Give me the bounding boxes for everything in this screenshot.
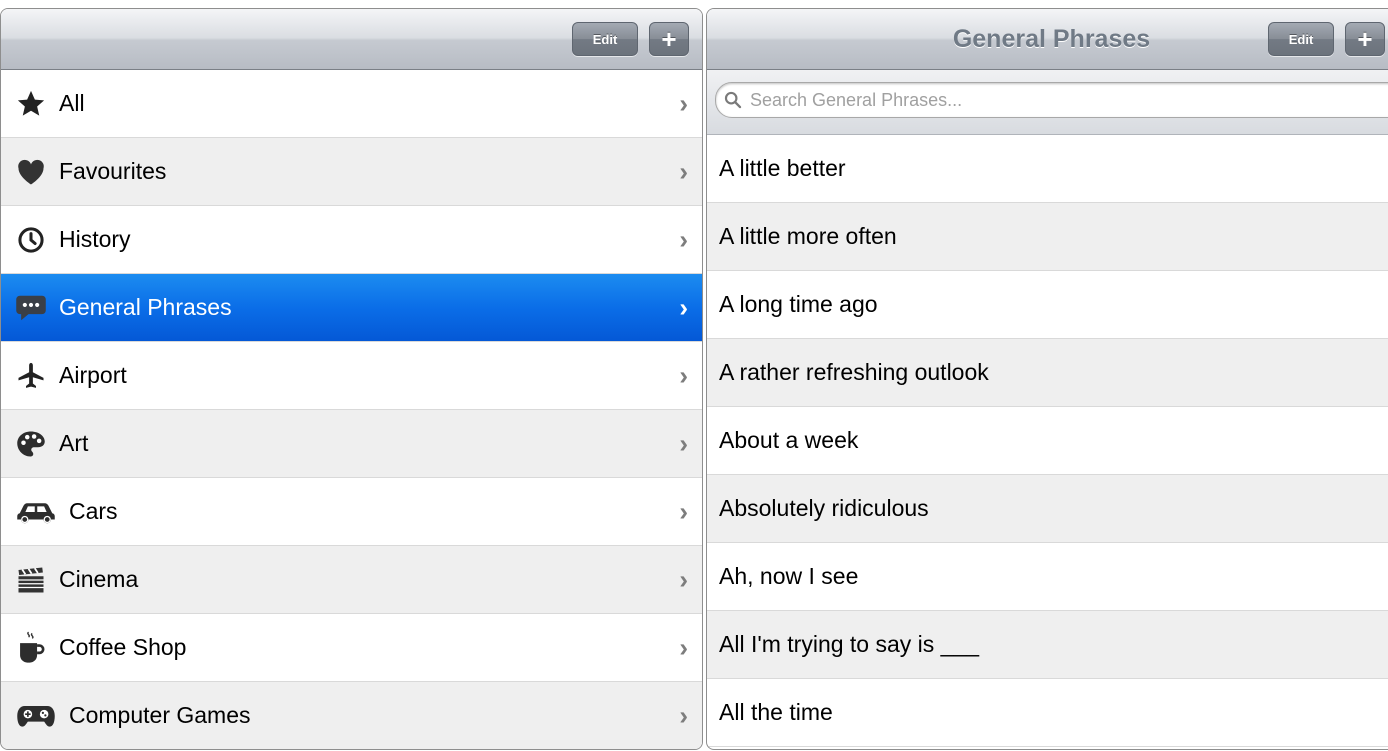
- categories-navbar: Edit +: [1, 9, 702, 70]
- phrases-add-button[interactable]: +: [1345, 22, 1385, 56]
- category-row-general-phrases[interactable]: General Phrases ›: [1, 274, 702, 342]
- category-label: All: [59, 90, 85, 116]
- search-icon: [716, 91, 750, 109]
- speech-bubble-icon: [1, 294, 61, 322]
- category-row-all[interactable]: All ›: [1, 70, 702, 138]
- category-label: Cinema: [59, 566, 139, 592]
- categories-edit-button[interactable]: Edit: [572, 22, 638, 56]
- category-row-cinema[interactable]: Cinema ›: [1, 546, 702, 614]
- category-label: Airport: [59, 362, 127, 388]
- category-label: General Phrases: [59, 294, 232, 320]
- chevron-right-icon: ›: [679, 360, 688, 390]
- car-icon: [1, 499, 71, 525]
- category-label: Favourites: [59, 158, 167, 184]
- phrase-row[interactable]: Ah, now I see: [707, 543, 1388, 611]
- coffee-cup-icon: [1, 631, 61, 665]
- search-bar: [707, 70, 1388, 135]
- category-row-cars[interactable]: Cars ›: [1, 478, 702, 546]
- category-list: All › Favourites › History › General Phr…: [1, 70, 702, 749]
- chevron-right-icon: ›: [679, 88, 688, 118]
- clapperboard-icon: [1, 566, 61, 594]
- star-icon: [1, 89, 61, 119]
- chevron-right-icon: ›: [679, 632, 688, 662]
- category-row-history[interactable]: History ›: [1, 206, 702, 274]
- clock-icon: [1, 226, 61, 254]
- categories-panel: Edit + All › Favourites › History › Gene…: [0, 8, 703, 750]
- category-row-computer-games[interactable]: Computer Games ›: [1, 682, 702, 749]
- chevron-right-icon: ›: [679, 156, 688, 186]
- chevron-right-icon: ›: [679, 496, 688, 526]
- phrases-panel: General Phrases Edit + A little better A…: [706, 8, 1388, 750]
- phrases-navbar: General Phrases Edit +: [707, 9, 1388, 70]
- palette-icon: [1, 430, 61, 458]
- category-label: Cars: [69, 498, 118, 524]
- phrase-row[interactable]: A little more often: [707, 203, 1388, 271]
- chevron-right-icon: ›: [679, 564, 688, 594]
- category-row-art[interactable]: Art ›: [1, 410, 702, 478]
- phrase-row[interactable]: About a week: [707, 407, 1388, 475]
- phrase-list: A little better A little more often A lo…: [707, 135, 1388, 747]
- category-label: Coffee Shop: [59, 634, 187, 660]
- chevron-right-icon: ›: [679, 700, 688, 730]
- chevron-right-icon: ›: [679, 428, 688, 458]
- categories-add-button[interactable]: +: [649, 22, 689, 56]
- heart-icon: [1, 158, 61, 186]
- phrase-row[interactable]: A long time ago: [707, 271, 1388, 339]
- airplane-icon: [1, 361, 61, 391]
- category-label: History: [59, 226, 131, 252]
- gamepad-icon: [1, 703, 71, 729]
- phrase-row[interactable]: All I'm trying to say is ___: [707, 611, 1388, 679]
- category-label: Computer Games: [69, 702, 251, 728]
- category-label: Art: [59, 430, 89, 456]
- category-row-airport[interactable]: Airport ›: [1, 342, 702, 410]
- phrase-row[interactable]: A rather refreshing outlook: [707, 339, 1388, 407]
- search-input[interactable]: [750, 89, 1250, 111]
- search-field[interactable]: [715, 82, 1388, 118]
- category-row-coffee-shop[interactable]: Coffee Shop ›: [1, 614, 702, 682]
- phrase-row[interactable]: Absolutely ridiculous: [707, 475, 1388, 543]
- chevron-right-icon: ›: [679, 224, 688, 254]
- category-row-favourites[interactable]: Favourites ›: [1, 138, 702, 206]
- phrase-row[interactable]: A little better: [707, 135, 1388, 203]
- phrases-edit-button[interactable]: Edit: [1268, 22, 1334, 56]
- phrase-row[interactable]: All the time: [707, 679, 1388, 747]
- chevron-right-icon: ›: [679, 292, 688, 322]
